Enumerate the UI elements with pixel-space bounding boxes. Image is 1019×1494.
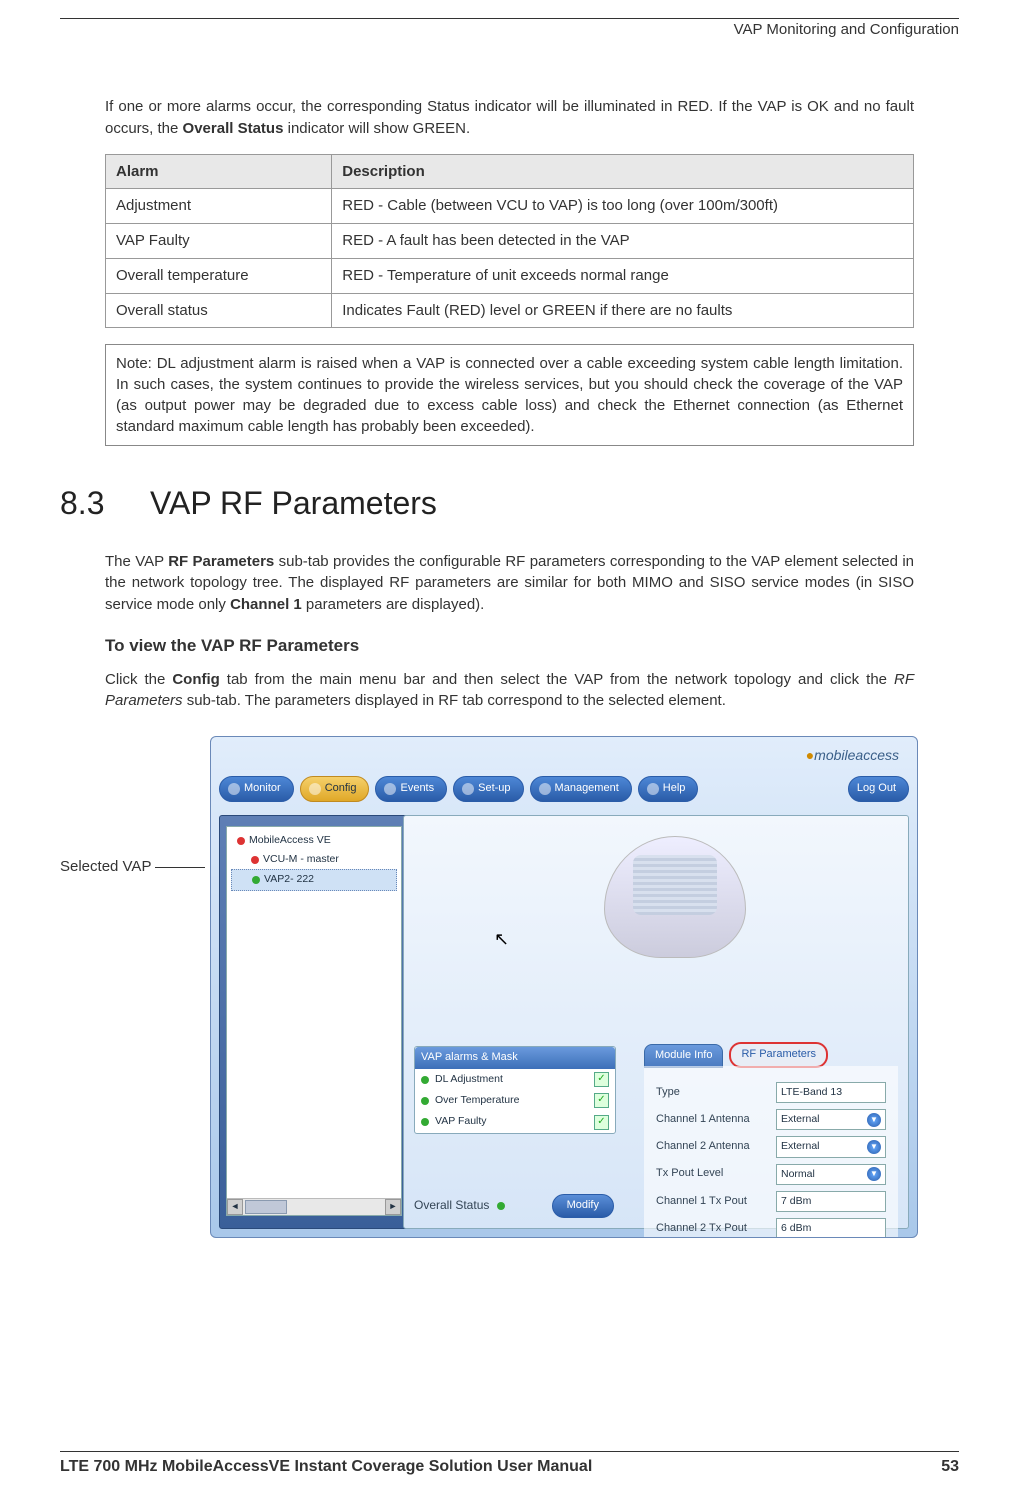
menu-events[interactable]: Events xyxy=(375,776,447,802)
alarm-panel: VAP alarms & Mask DL Adjustment✓ Over Te… xyxy=(414,1046,616,1134)
scroll-left-icon[interactable]: ◄ xyxy=(227,1199,243,1215)
table-row: AdjustmentRED - Cable (between VCU to VA… xyxy=(106,189,914,224)
config-icon xyxy=(309,783,321,795)
table-row: Overall temperatureRED - Temperature of … xyxy=(106,258,914,293)
table-row: Overall statusIndicates Fault (RED) leve… xyxy=(106,293,914,328)
status-red-icon xyxy=(251,856,259,864)
menu-help[interactable]: Help xyxy=(638,776,699,802)
tab-module-info[interactable]: Module Info xyxy=(644,1044,723,1068)
rf-ch2-antenna: Channel 2 AntennaExternal▼ xyxy=(656,1136,886,1157)
th-desc: Description xyxy=(332,154,914,189)
alarm-over-temp: Over Temperature✓ xyxy=(415,1090,615,1111)
setup-icon xyxy=(462,783,474,795)
rf-parameters-panel: TypeLTE-Band 13 Channel 1 AntennaExterna… xyxy=(644,1066,898,1238)
rf-ch1-antenna: Channel 1 AntennaExternal▼ xyxy=(656,1109,886,1130)
status-green-icon xyxy=(252,876,260,884)
subtabs: Module Info RF Parameters xyxy=(644,1044,828,1068)
header-chapter: VAP Monitoring and Configuration xyxy=(60,19,959,46)
alarm-panel-header: VAP alarms & Mask xyxy=(415,1047,615,1069)
section-heading: 8.3VAP RF Parameters xyxy=(60,480,914,526)
alarm-table: Alarm Description AdjustmentRED - Cable … xyxy=(105,154,914,329)
intro-paragraph: If one or more alarms occur, the corresp… xyxy=(105,96,914,140)
checkbox-icon[interactable]: ✓ xyxy=(594,1093,609,1108)
dropdown-icon[interactable]: ▼ xyxy=(867,1167,881,1181)
note-box: Note: DL adjustment alarm is raised when… xyxy=(105,344,914,446)
logout-button[interactable]: Log Out xyxy=(848,776,909,802)
procedure-text: Click the Config tab from the main menu … xyxy=(105,669,914,713)
rf-ch2-tx-pout: Channel 2 Tx Pout6 dBm xyxy=(656,1218,886,1238)
checkbox-icon[interactable]: ✓ xyxy=(594,1115,609,1130)
status-green-icon xyxy=(421,1076,429,1084)
callout-selected-vap: Selected VAP xyxy=(60,856,205,878)
menu-setup[interactable]: Set-up xyxy=(453,776,523,802)
events-icon xyxy=(384,783,396,795)
section-intro: The VAP RF Parameters sub-tab provides t… xyxy=(105,551,914,616)
management-icon xyxy=(539,783,551,795)
alarm-dl-adjustment: DL Adjustment✓ xyxy=(415,1069,615,1090)
menu-config[interactable]: Config xyxy=(300,776,370,802)
logo: ●mobileaccess xyxy=(806,745,899,765)
tree-vap-selected[interactable]: VAP2- 222 xyxy=(231,869,397,890)
rf-ch1-tx-pout: Channel 1 Tx Pout7 dBm xyxy=(656,1191,886,1212)
table-row: VAP FaultyRED - A fault has been detecte… xyxy=(106,224,914,259)
menubar: Monitor Config Events Set-up Management … xyxy=(219,775,909,803)
rf-tx-pout-level: Tx Pout LevelNormal▼ xyxy=(656,1164,886,1185)
scroll-right-icon[interactable]: ► xyxy=(385,1199,401,1215)
th-alarm: Alarm xyxy=(106,154,332,189)
dropdown-icon[interactable]: ▼ xyxy=(867,1113,881,1127)
rf-type: TypeLTE-Band 13 xyxy=(656,1082,886,1103)
modify-button[interactable]: Modify xyxy=(552,1194,614,1218)
menu-management[interactable]: Management xyxy=(530,776,632,802)
help-icon xyxy=(647,783,659,795)
footer: LTE 700 MHz MobileAccessVE Instant Cover… xyxy=(60,1451,959,1476)
monitor-icon xyxy=(228,783,240,795)
footer-title: LTE 700 MHz MobileAccessVE Instant Cover… xyxy=(60,1458,592,1476)
callout-line xyxy=(155,867,205,868)
procedure-heading: To view the VAP RF Parameters xyxy=(105,634,914,659)
status-green-icon xyxy=(421,1097,429,1105)
device-image xyxy=(604,836,746,958)
dropdown-icon[interactable]: ▼ xyxy=(867,1140,881,1154)
tree-scrollbar[interactable]: ◄ ► xyxy=(227,1198,401,1215)
content-area: ↖ VAP alarms & Mask DL Adjustment✓ Over … xyxy=(403,815,909,1229)
overall-status-row: Overall Status Modify xyxy=(414,1194,614,1218)
alarm-vap-faulty: VAP Faulty✓ xyxy=(415,1111,615,1132)
status-red-icon xyxy=(237,837,245,845)
tree-vcu[interactable]: VCU-M - master xyxy=(231,850,397,869)
status-green-icon xyxy=(497,1202,505,1210)
tree-root[interactable]: MobileAccess VE xyxy=(231,831,397,850)
menu-monitor[interactable]: Monitor xyxy=(219,776,294,802)
checkbox-icon[interactable]: ✓ xyxy=(594,1072,609,1087)
page-number: 53 xyxy=(941,1458,959,1476)
scroll-thumb[interactable] xyxy=(245,1200,287,1214)
topology-tree: MobileAccess VE VCU-M - master VAP2- 222… xyxy=(219,815,409,1229)
cursor-icon: ↖ xyxy=(494,926,509,952)
tab-rf-parameters[interactable]: RF Parameters xyxy=(729,1042,828,1068)
app-screenshot: ●mobileaccess Monitor Config Events Set-… xyxy=(210,736,918,1238)
status-green-icon xyxy=(421,1118,429,1126)
